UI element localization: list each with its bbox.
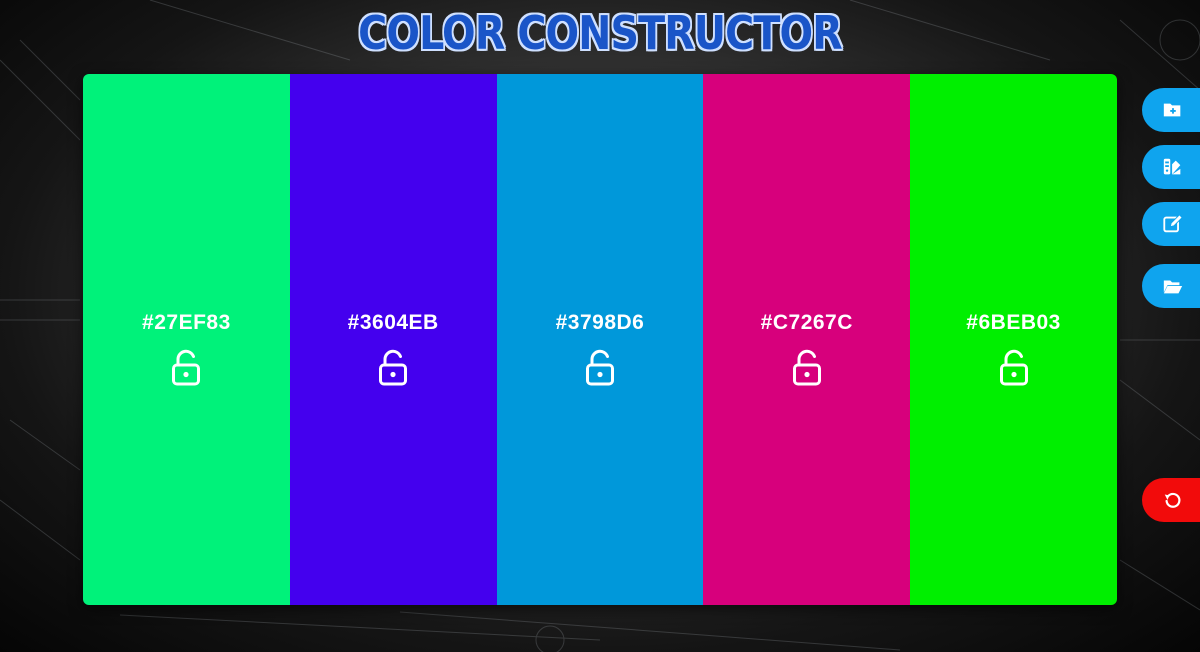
hex-code-label[interactable]: #3604EB bbox=[348, 311, 439, 335]
color-swatch[interactable]: #3798D6 bbox=[496, 74, 704, 605]
new-folder-button[interactable] bbox=[1142, 88, 1200, 132]
unlocked-icon[interactable] bbox=[585, 349, 615, 387]
swatchbook-icon bbox=[1163, 158, 1181, 175]
palette-library-button[interactable] bbox=[1142, 145, 1200, 189]
color-swatch[interactable]: #C7267C bbox=[703, 74, 911, 605]
color-swatch[interactable]: #27EF83 bbox=[83, 74, 290, 605]
unlocked-icon[interactable] bbox=[792, 349, 822, 387]
hex-code-label[interactable]: #6BEB03 bbox=[966, 311, 1061, 335]
unlocked-icon[interactable] bbox=[171, 349, 201, 387]
folder-open-icon bbox=[1163, 280, 1183, 294]
edit-icon bbox=[1163, 214, 1183, 233]
hex-code-label[interactable]: #3798D6 bbox=[556, 311, 645, 335]
unlocked-icon[interactable] bbox=[378, 349, 408, 387]
color-swatch[interactable]: #6BEB03 bbox=[910, 74, 1117, 605]
hex-code-label[interactable]: #27EF83 bbox=[142, 311, 231, 335]
hex-code-label[interactable]: #C7267C bbox=[761, 311, 853, 335]
folder-plus-icon bbox=[1163, 103, 1181, 117]
unlocked-icon[interactable] bbox=[999, 349, 1029, 387]
color-palette: #27EF83 #3604EB #3798D6 #C7267C #6BEB03 bbox=[83, 74, 1117, 605]
undo-icon bbox=[1164, 492, 1181, 508]
open-folder-button[interactable] bbox=[1142, 264, 1200, 308]
app-title: COLOR CONSTRUCTOR bbox=[358, 6, 843, 60]
color-swatch[interactable]: #3604EB bbox=[289, 74, 497, 605]
edit-button[interactable] bbox=[1142, 202, 1200, 246]
reset-button[interactable] bbox=[1142, 478, 1200, 522]
